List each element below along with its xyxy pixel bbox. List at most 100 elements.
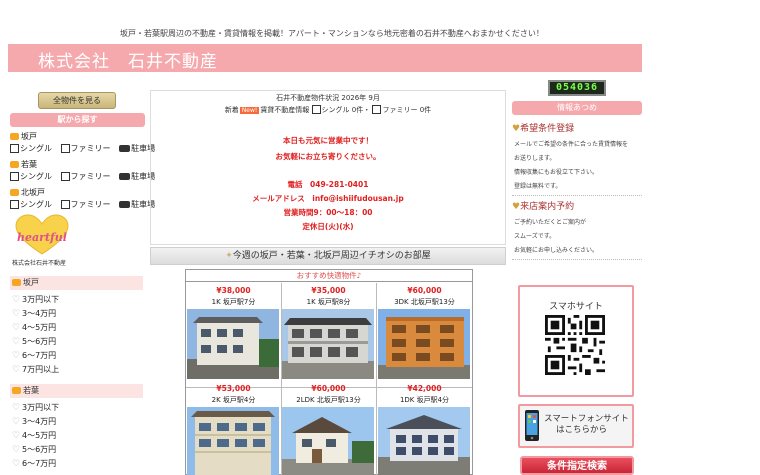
train-icon [10, 133, 19, 140]
business-hours: 営業時間9：00～18：00 [283, 208, 373, 217]
single-link[interactable]: シングル [20, 144, 52, 153]
site-tagline: 坂戸・若葉駅周辺の不動産・賃貸情報を掲載！アパート・マンションなら地元密着の石井… [120, 29, 544, 38]
status-title: 石井不動産物件状況 2026年 9月 [276, 94, 380, 102]
property-desc[interactable]: 1DK 坂戸駅4分 [377, 395, 472, 405]
status-prefix: 新着 [224, 106, 239, 114]
price-area-header-wakaba: 若葉 [10, 384, 143, 398]
train-icon [12, 279, 21, 286]
family-link[interactable]: ファミリー [71, 200, 111, 209]
price-link[interactable]: ♡ 6～7万円 [12, 350, 56, 361]
price-range: 6～7万円 [22, 351, 57, 360]
property-price: ¥38,000 [216, 286, 251, 295]
status-single-count: 0件・ [351, 106, 371, 114]
sp-line2: はこちらから [556, 425, 608, 435]
area-link-sakado[interactable]: 坂戸 [10, 131, 37, 142]
area-name: 若葉 [21, 160, 37, 169]
type-row-sakado: シングル ファミリー 駐車場 [10, 143, 155, 154]
weekly-recommend-heading: ✦今週の坂戸・若葉・北坂戸周辺イチオシのお部屋 [150, 247, 506, 265]
price-range: 4～5万円 [22, 323, 57, 332]
wish-text: お送りします。 [514, 155, 556, 162]
property-photo[interactable] [187, 309, 279, 379]
sp-line1: スマートフォンサイト [544, 414, 629, 424]
heart-icon: ♡ [12, 403, 21, 413]
smartphone-button-label: スマートフォンサイト はこちらから [544, 414, 629, 436]
heart-icon: ♡ [12, 295, 21, 305]
search-by-station-heading: 駅から探す [10, 113, 145, 127]
view-all-properties-button[interactable]: 全物件を見る [38, 92, 116, 109]
price-link[interactable]: ♡ 4～5万円 [12, 322, 56, 333]
status-family-link[interactable]: ファミリー [382, 106, 417, 114]
price-link[interactable]: ♡ 4～5万円 [12, 430, 56, 441]
price-area-header-sakado: 坂戸 [10, 276, 143, 290]
heart-icon: ♥ [512, 124, 521, 134]
heart-icon: ♡ [12, 445, 21, 455]
divider [512, 195, 642, 196]
status-single-link[interactable]: シングル [322, 106, 350, 114]
sparkle-icon: ✦ [225, 251, 233, 261]
price-link[interactable]: ♡ 3～4万円 [12, 416, 56, 427]
family-link[interactable]: ファミリー [71, 172, 111, 181]
visitor-counter: 054036 [548, 80, 606, 96]
condition-search-button[interactable]: 条件指定検索 [520, 456, 634, 475]
price-link[interactable]: ♡ 7万円以上 [12, 364, 59, 375]
price-link[interactable]: ♡ 3～4万円 [12, 308, 56, 319]
new-badge: New! [239, 107, 260, 114]
property-photo[interactable] [282, 309, 374, 379]
price-link[interactable]: ♡ 3万円以下 [12, 402, 59, 413]
heart-icon: ♡ [12, 309, 21, 319]
heart-icon: ♡ [12, 417, 21, 427]
property-photo[interactable] [187, 407, 279, 475]
area-link-wakaba[interactable]: 若葉 [10, 159, 37, 170]
single-link[interactable]: シングル [20, 200, 52, 209]
property-desc[interactable]: 2K 坂戸駅4分 [186, 395, 281, 405]
divider [512, 259, 642, 260]
visit-reserve-link[interactable]: ♥来店案内予約 [512, 199, 574, 212]
property-desc[interactable]: 1K 坂戸駅7分 [186, 297, 281, 307]
price-link[interactable]: ♡ 5～6万円 [12, 444, 56, 455]
price-link[interactable]: ♡ 3万円以下 [12, 294, 59, 305]
visit-text: スムーズです。 [514, 233, 556, 240]
price-range: 3～4万円 [22, 417, 57, 426]
company-name[interactable]: 株式会社 石井不動産 [38, 47, 218, 72]
status-rent: 賃貸不動産情報 [260, 106, 310, 114]
property-price: ¥42,000 [407, 384, 442, 393]
visit-text: お気軽にお申し込みください。 [514, 247, 599, 254]
single-house-icon [10, 200, 19, 209]
area-name: 坂戸 [21, 132, 37, 141]
parking-car-icon [119, 201, 131, 208]
property-desc[interactable]: 3DK 北坂戸駅13分 [377, 297, 472, 307]
property-desc[interactable]: 1K 坂戸駅8分 [281, 297, 376, 307]
phone-number: 電話 049-281-0401 [287, 180, 369, 189]
family-house-icon [60, 144, 70, 153]
single-link[interactable]: シングル [20, 172, 52, 181]
visit-text: ご予約いただくとご案内が [514, 219, 587, 226]
price-link[interactable]: ♡ 5～6万円 [12, 336, 56, 347]
heart-icon: ♡ [12, 351, 21, 361]
heart-icon: ♡ [12, 323, 21, 333]
price-range: 7万円以上 [22, 365, 60, 374]
view-all-label: 全物件を見る [53, 96, 101, 105]
property-desc[interactable]: 2LDK 北坂戸駅13分 [281, 395, 376, 405]
property-price: ¥60,000 [311, 384, 346, 393]
qr-code-icon[interactable] [545, 315, 605, 375]
price-area-name: 若葉 [23, 386, 39, 395]
price-range: 5～6万円 [22, 445, 57, 454]
type-row-wakaba: シングル ファミリー 駐車場 [10, 171, 155, 182]
price-link[interactable]: ♡ 6～7万円 [12, 458, 56, 469]
area-name: 北坂戸 [21, 188, 45, 197]
property-price: ¥53,000 [216, 384, 251, 393]
price-range: 3～4万円 [22, 309, 57, 318]
wish-register-link[interactable]: ♥希望条件登録 [512, 121, 574, 134]
heartful-logo: heartful [15, 214, 69, 255]
family-link[interactable]: ファミリー [71, 144, 111, 153]
welcome-message: お気軽にお立ち寄りください。 [275, 152, 381, 161]
train-icon [12, 387, 21, 394]
area-link-kitasakado[interactable]: 北坂戸 [10, 187, 45, 198]
property-photo[interactable] [282, 407, 374, 475]
property-photo[interactable] [378, 309, 470, 379]
email-address[interactable]: メールアドレス info@ishiifudousan.jp [150, 193, 506, 204]
train-icon [10, 161, 19, 168]
heart-icon: ♡ [12, 459, 21, 469]
property-photo[interactable] [378, 407, 470, 475]
price-range: 3万円以下 [22, 403, 60, 412]
